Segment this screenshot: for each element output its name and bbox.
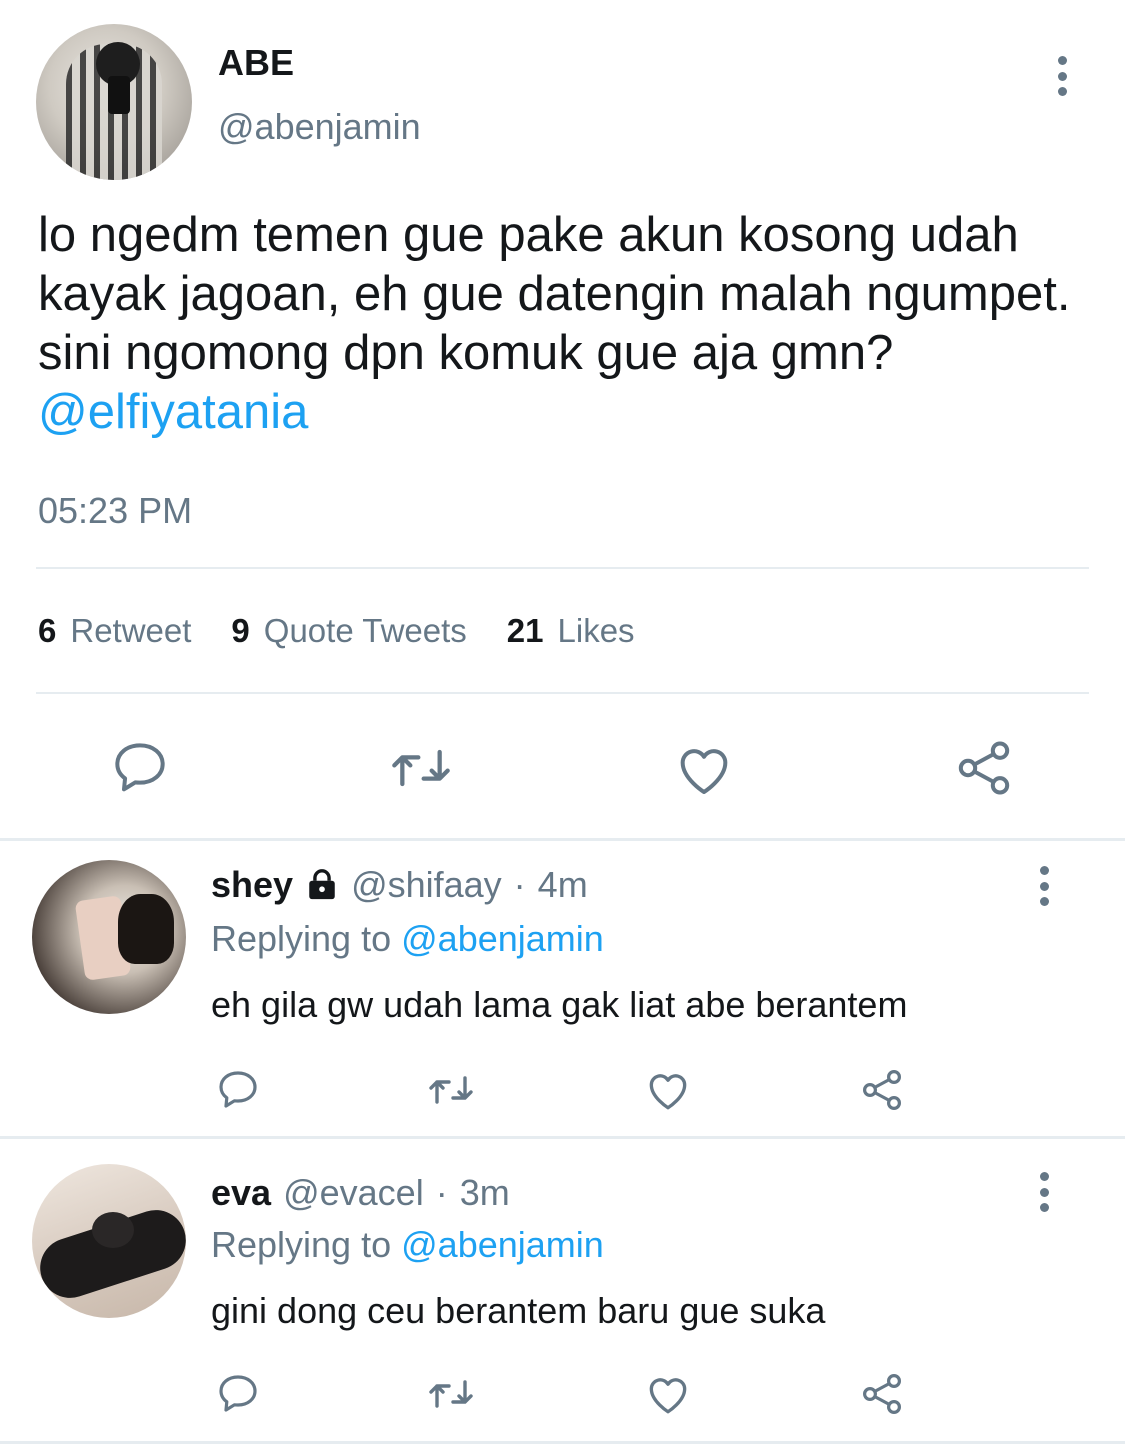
- like-icon[interactable]: [643, 1370, 693, 1416]
- quotes-stat[interactable]: 9 Quote Tweets: [231, 612, 466, 650]
- reply-icon[interactable]: [214, 1066, 262, 1114]
- lock-icon: [309, 869, 335, 900]
- share-icon[interactable]: [858, 1066, 906, 1114]
- more-options-icon[interactable]: [1029, 1172, 1059, 1212]
- replying-handle-link[interactable]: @abenjamin: [401, 1224, 604, 1265]
- retweet-icon[interactable]: [424, 1066, 478, 1114]
- tweet-body: lo ngedm temen gue pake akun kosong udah…: [38, 208, 1071, 380]
- replying-handle-link[interactable]: @abenjamin: [401, 918, 604, 959]
- retweet-icon[interactable]: [386, 736, 456, 800]
- reply-time: 4m: [537, 864, 588, 905]
- share-icon[interactable]: [858, 1370, 906, 1418]
- share-icon[interactable]: [952, 736, 1016, 800]
- tweet-stats: 6 Retweet 9 Quote Tweets 21 Likes: [38, 612, 635, 650]
- separator-dot: ·: [513, 864, 526, 905]
- author-avatar[interactable]: [36, 24, 192, 180]
- like-icon[interactable]: [643, 1066, 693, 1112]
- divider: [36, 692, 1089, 694]
- more-options-icon[interactable]: [1029, 866, 1059, 906]
- reply-text: eh gila gw udah lama gak liat abe berant…: [211, 984, 908, 1025]
- like-icon[interactable]: [672, 738, 736, 798]
- reply-icon[interactable]: [214, 1370, 262, 1418]
- reply-icon[interactable]: [108, 736, 172, 800]
- reply-avatar[interactable]: [32, 1164, 186, 1318]
- separator-dot: ·: [435, 1172, 448, 1213]
- retweets-stat[interactable]: 6 Retweet: [38, 612, 191, 650]
- reply-header: shey @shifaay · 4m: [211, 864, 588, 906]
- retweet-icon[interactable]: [424, 1370, 478, 1418]
- divider: [0, 1136, 1125, 1139]
- reply-text: gini dong ceu berantem baru gue suka: [211, 1290, 826, 1331]
- replying-to: Replying to @abenjamin: [211, 918, 604, 959]
- likes-stat[interactable]: 21 Likes: [507, 612, 635, 650]
- reply-avatar[interactable]: [32, 860, 186, 1014]
- tweet-text: lo ngedm temen gue pake akun kosong udah…: [38, 206, 1098, 442]
- reply-author-name[interactable]: shey: [211, 864, 293, 906]
- reply-author-name[interactable]: eva: [211, 1172, 271, 1214]
- tweet-timestamp: 05:23 PM: [38, 490, 193, 531]
- replying-to: Replying to @abenjamin: [211, 1224, 604, 1265]
- author-handle[interactable]: @abenjamin: [218, 106, 421, 148]
- mention-link[interactable]: @elfiyatania: [38, 385, 308, 439]
- divider: [0, 838, 1125, 841]
- reply-author-handle[interactable]: @shifaay: [351, 864, 502, 906]
- divider: [36, 567, 1089, 569]
- divider: [0, 1441, 1125, 1444]
- reply-time: 3m: [459, 1172, 510, 1213]
- author-name[interactable]: ABE: [218, 42, 294, 84]
- more-options-icon[interactable]: [1047, 56, 1077, 96]
- reply-header: eva @evacel · 3m: [211, 1172, 510, 1214]
- reply-author-handle[interactable]: @evacel: [283, 1172, 424, 1214]
